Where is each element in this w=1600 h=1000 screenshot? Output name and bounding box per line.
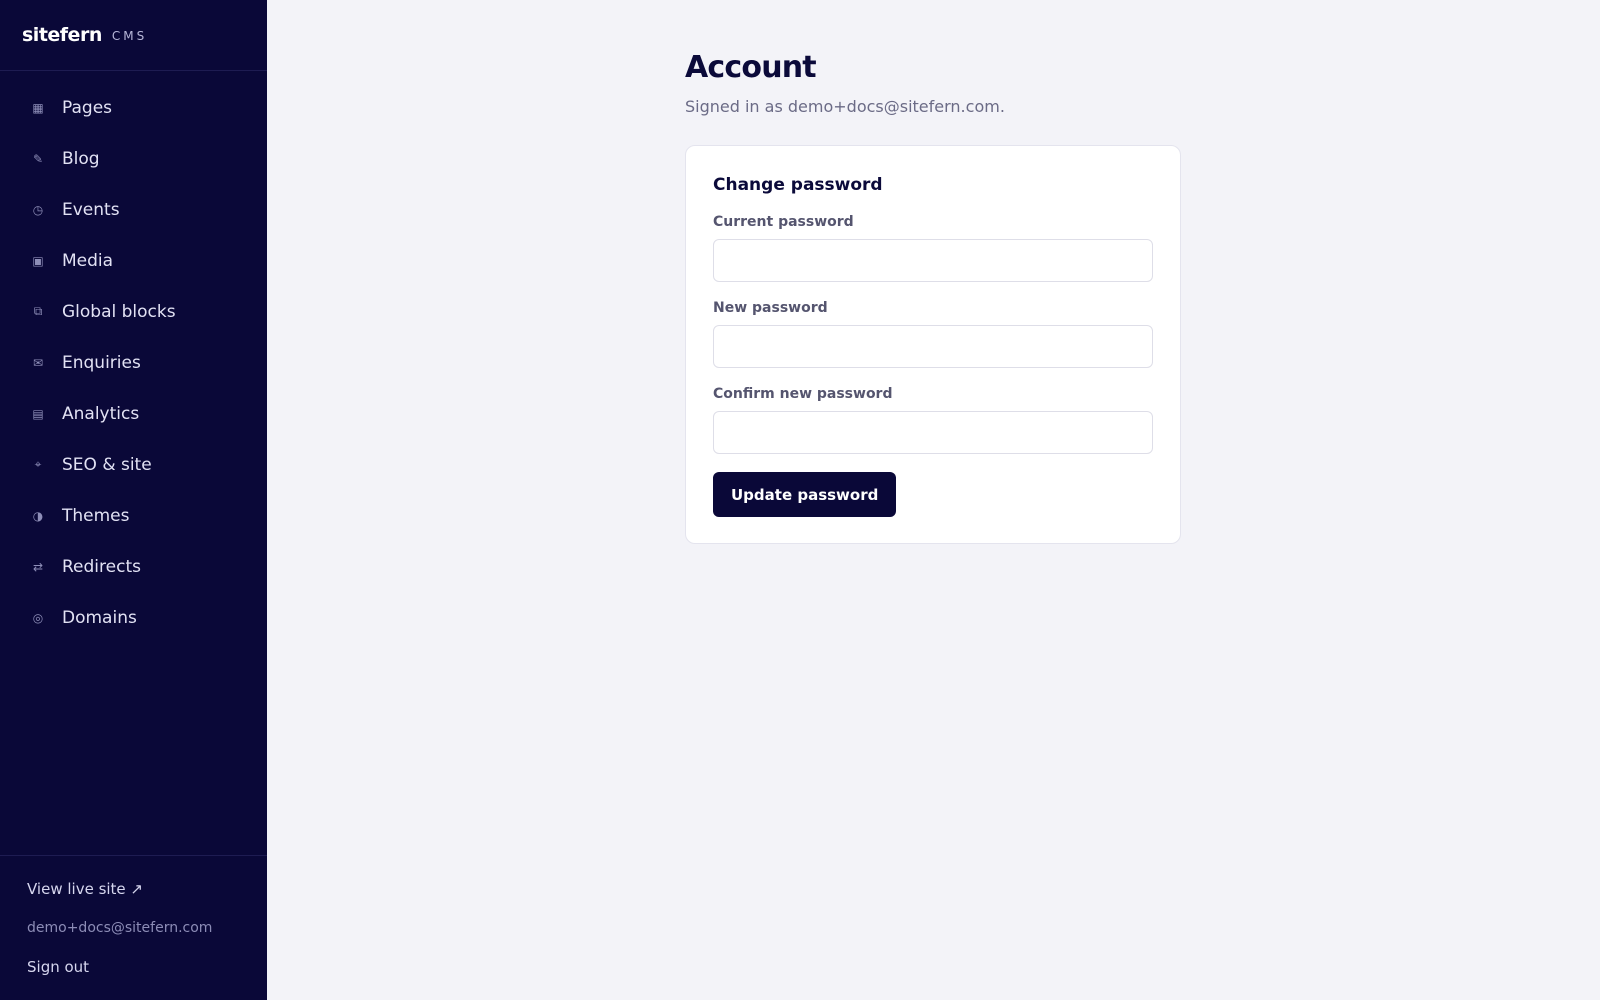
sidebar-item-media[interactable]: ▣ Media [0, 235, 267, 286]
sidebar-item-label: Blog [62, 148, 100, 169]
brand-tag: CMS [111, 29, 148, 43]
user-email: demo+docs@sitefern.com [27, 920, 213, 936]
target-icon: ⌖ [34, 457, 42, 471]
sidebar-item-enquiries[interactable]: ✉ Enquiries [0, 337, 267, 388]
pencil-icon: ✎ [32, 151, 44, 166]
sidebar-item-label: Analytics [62, 403, 140, 424]
theme-icon: ◑ [32, 508, 44, 523]
sidebar-item-label: Events [62, 199, 120, 220]
main-content: Account Signed in as demo+docs@sitefern.… [267, 0, 1600, 1000]
sidebar-item-redirects[interactable]: ⇄ Redirects [0, 541, 267, 592]
card-title: Change password [713, 175, 883, 195]
update-password-button[interactable]: Update password [713, 472, 897, 517]
sidebar-item-label: Global blocks [62, 301, 176, 322]
sidebar: sitefern CMS ▦ Pages ✎ Blog ◷ Events ▣ M… [0, 0, 267, 1000]
sidebar-footer: View live site ↗ demo+docs@sitefern.com … [0, 855, 267, 1000]
change-password-card: Change password Current password New pas… [685, 145, 1181, 544]
sidebar-item-pages[interactable]: ▦ Pages [0, 82, 267, 133]
sidebar-item-label: SEO & site [62, 454, 152, 475]
clock-icon: ◷ [32, 202, 44, 217]
sidebar-item-themes[interactable]: ◑ Themes [0, 490, 267, 541]
sidebar-item-label: Media [62, 250, 114, 271]
current-password-input[interactable] [713, 239, 1153, 282]
sidebar-item-label: Domains [62, 607, 137, 628]
sidebar-item-label: Pages [62, 97, 113, 118]
brand-name: sitefern [22, 24, 102, 46]
sidebar-item-label: Themes [62, 505, 130, 526]
chart-icon: ▤ [32, 406, 44, 421]
sign-out-link[interactable]: Sign out [27, 958, 89, 976]
confirm-password-label: Confirm new password [713, 386, 893, 402]
page-subtitle: Signed in as demo+docs@sitefern.com. [685, 97, 1005, 116]
sidebar-item-label: Enquiries [62, 352, 141, 373]
account-panel: Account Signed in as demo+docs@sitefern.… [685, 50, 1181, 544]
sidebar-item-events[interactable]: ◷ Events [0, 184, 267, 235]
sidebar-nav: ▦ Pages ✎ Blog ◷ Events ▣ Media ⧉ Global… [0, 71, 267, 643]
sidebar-item-domains[interactable]: ◎ Domains [0, 592, 267, 643]
brand-logo[interactable]: sitefern CMS [0, 0, 267, 71]
mail-icon: ✉ [32, 355, 44, 370]
confirm-password-input[interactable] [713, 411, 1153, 454]
new-password-label: New password [713, 300, 828, 316]
sidebar-item-label: Redirects [62, 556, 141, 577]
pages-icon: ▦ [32, 100, 44, 115]
sidebar-item-global-blocks[interactable]: ⧉ Global blocks [0, 286, 267, 337]
sidebar-item-blog[interactable]: ✎ Blog [0, 133, 267, 184]
globe-icon: ◎ [32, 610, 44, 625]
sidebar-item-analytics[interactable]: ▤ Analytics [0, 388, 267, 439]
page-title: Account [685, 50, 817, 85]
new-password-input[interactable] [713, 325, 1153, 368]
image-icon: ▣ [32, 253, 44, 268]
blocks-icon: ⧉ [33, 304, 43, 318]
view-live-site-link[interactable]: View live site ↗ [27, 880, 143, 898]
current-password-label: Current password [713, 214, 854, 230]
sidebar-item-seo[interactable]: ⌖ SEO & site [0, 439, 267, 490]
redirect-icon: ⇄ [32, 559, 44, 574]
